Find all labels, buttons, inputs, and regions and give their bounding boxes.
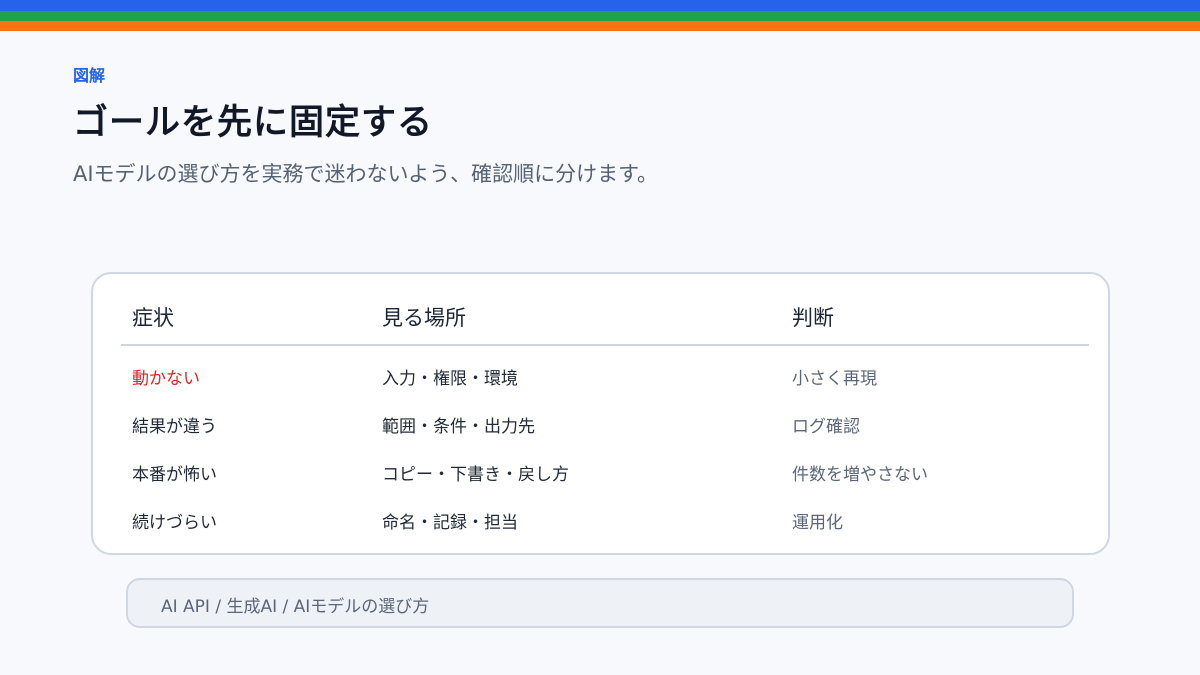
page-title: ゴールを先に固定する: [73, 103, 434, 143]
where-cell: 範囲・条件・出力先: [382, 417, 535, 437]
symptom-cell: 動かない: [132, 369, 200, 389]
top-stripe-blue: [0, 0, 1200, 11]
where-cell: 入力・権限・環境: [382, 369, 518, 389]
diagnosis-table-card: 症状 見る場所 判断 動かない 入力・権限・環境 小さく再現 結果が違う 範囲・…: [91, 272, 1110, 555]
top-stripe-green: [0, 11, 1200, 21]
breadcrumb: AI API / 生成AI / AIモデルの選び方: [126, 578, 1074, 628]
column-header-judgment: 判断: [792, 306, 834, 330]
top-stripe-orange: [0, 21, 1200, 31]
symptom-cell: 本番が怖い: [132, 465, 217, 485]
table-header-row: [121, 274, 1089, 346]
where-cell: コピー・下書き・戻し方: [382, 465, 569, 485]
table-row: 続けづらい 命名・記録・担当 運用化: [93, 508, 1093, 538]
column-header-symptom: 症状: [132, 306, 174, 330]
judgment-cell: ログ確認: [792, 417, 860, 437]
judgment-cell: 運用化: [792, 513, 843, 533]
where-cell: 命名・記録・担当: [382, 513, 518, 533]
symptom-cell: 続けづらい: [132, 513, 217, 533]
judgment-cell: 件数を増やさない: [792, 465, 928, 485]
breadcrumb-text: AI API / 生成AI / AIモデルの選び方: [161, 597, 430, 617]
table-row: 動かない 入力・権限・環境 小さく再現: [93, 364, 1093, 394]
column-header-where: 見る場所: [382, 306, 466, 330]
symptom-cell: 結果が違う: [132, 417, 217, 437]
judgment-cell: 小さく再現: [792, 369, 877, 389]
table-row: 結果が違う 範囲・条件・出力先 ログ確認: [93, 412, 1093, 442]
eyebrow-label: 図解: [73, 66, 106, 85]
page-subtitle: AIモデルの選び方を実務で迷わないよう、確認順に分けます。: [73, 162, 659, 186]
table-row: 本番が怖い コピー・下書き・戻し方 件数を増やさない: [93, 460, 1093, 490]
